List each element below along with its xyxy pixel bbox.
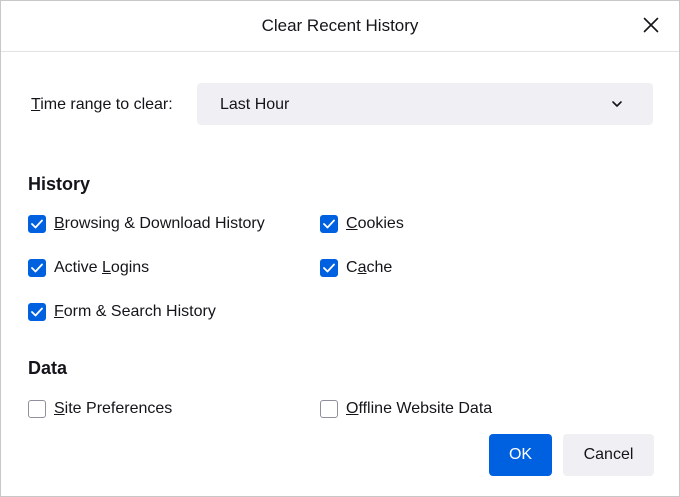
time-range-selected-value: Last Hour — [220, 96, 290, 113]
checkbox-checked-icon — [28, 303, 46, 321]
checkbox-label: Active Logins — [54, 259, 150, 276]
checkbox-active-logins[interactable]: Active Logins — [28, 257, 149, 279]
checkbox-browsing-download-history[interactable]: Browsing & Download History — [28, 213, 265, 235]
data-heading: Data — [28, 358, 68, 378]
checkbox-label: Cookies — [346, 215, 404, 232]
checkbox-label: Form & Search History — [54, 303, 216, 320]
checkbox-form-search-history[interactable]: Form & Search History — [28, 301, 216, 323]
checkbox-label: Browsing & Download History — [54, 215, 265, 232]
checkbox-label: Cache — [346, 259, 393, 276]
ok-button[interactable]: OK — [489, 434, 552, 476]
checkbox-label: Offline Website Data — [346, 400, 493, 417]
checkbox-unchecked-icon — [28, 400, 46, 418]
checkbox-cookies[interactable]: Cookies — [320, 213, 404, 235]
clear-history-dialog: Clear Recent History Time range to clear… — [0, 0, 680, 497]
chevron-down-icon — [612, 101, 622, 107]
checkbox-checked-icon — [320, 215, 338, 233]
checkbox-cache[interactable]: Cache — [320, 257, 392, 279]
checkbox-offline-website-data[interactable]: Offline Website Data — [320, 398, 492, 420]
checkbox-checked-icon — [28, 259, 46, 277]
dialog-titlebar: Clear Recent History — [1, 1, 679, 52]
time-range-label: Time range to clear: — [31, 96, 173, 113]
checkbox-unchecked-icon — [320, 400, 338, 418]
checkbox-site-preferences[interactable]: Site Preferences — [28, 398, 172, 420]
close-button[interactable] — [637, 11, 665, 39]
cancel-button[interactable]: Cancel — [563, 434, 654, 476]
checkbox-checked-icon — [28, 215, 46, 233]
close-icon — [643, 17, 659, 33]
dialog-title: Clear Recent History — [261, 16, 419, 35]
checkbox-checked-icon — [320, 259, 338, 277]
checkbox-label: Site Preferences — [54, 400, 173, 417]
time-range-row: Time range to clear: Last Hour — [31, 83, 653, 127]
history-heading: History — [28, 174, 91, 194]
time-range-select[interactable]: Last Hour — [197, 83, 653, 125]
